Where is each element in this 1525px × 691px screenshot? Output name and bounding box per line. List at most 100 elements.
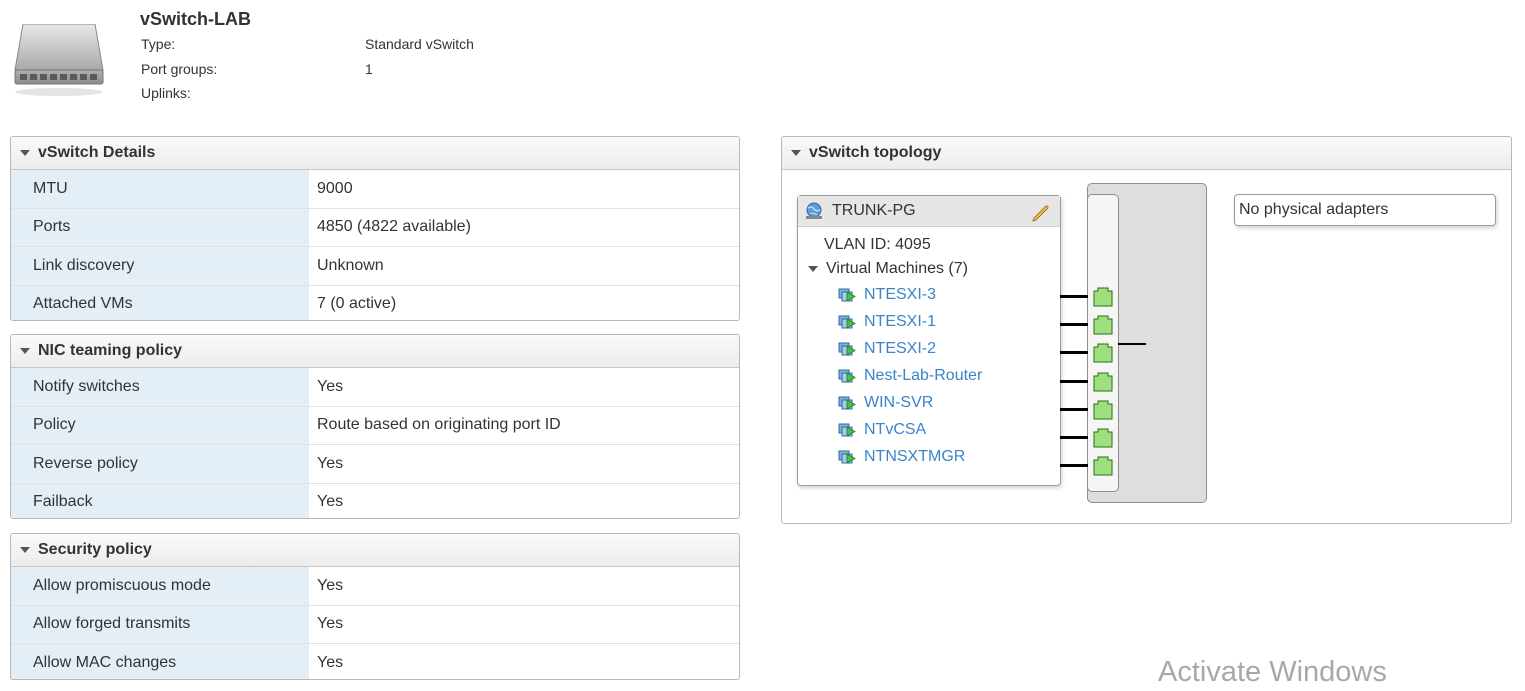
vm-link[interactable]: NTvCSA	[798, 416, 1060, 443]
vm-link[interactable]: NTNSXTMGR	[798, 443, 1060, 470]
expand-caret-icon[interactable]	[808, 266, 818, 272]
property-row: Allow forged transmits Yes	[11, 605, 739, 644]
property-key: Ports	[11, 208, 309, 246]
vswitch-topology-panel: vSwitch topology TRUNK-PG VLAN ID: 4095 …	[781, 136, 1512, 524]
vm-link[interactable]: Nest-Lab-Router	[798, 362, 1060, 389]
property-value: 9000	[317, 179, 353, 197]
port-group-header[interactable]: TRUNK-PG	[798, 196, 1060, 227]
vswitch-topology-header[interactable]: vSwitch topology	[782, 137, 1511, 170]
vm-icon	[838, 342, 856, 356]
page-title: vSwitch-LAB	[140, 9, 252, 29]
property-row: MTU 9000	[11, 170, 739, 209]
vm-link[interactable]: NTESXI-3	[798, 281, 1060, 308]
property-key: Allow MAC changes	[11, 644, 309, 679]
property-key: Attached VMs	[11, 285, 309, 320]
property-row: Attached VMs 7 (0 active)	[11, 285, 739, 320]
property-value: Unknown	[317, 256, 384, 274]
uplink-connector-line	[1118, 343, 1146, 345]
collapse-caret-icon[interactable]	[20, 150, 30, 156]
property-value: 7 (0 active)	[317, 295, 397, 313]
switch-port-icon	[1093, 343, 1113, 363]
port-connector-line	[1060, 323, 1088, 327]
vm-name[interactable]: NTESXI-3	[864, 286, 936, 304]
switch-port-icon	[1093, 428, 1113, 448]
property-value: Yes	[317, 615, 344, 633]
vm-list: NTESXI-3 NTESXI-1 NTESXI-2 Nest-Lab-Router W…	[798, 281, 1060, 470]
vm-icon	[838, 288, 856, 302]
activate-windows-watermark: Activate Windows	[1158, 656, 1387, 688]
vswitch-details-panel: vSwitch Details MTU 9000 Ports 4850 (4822 …	[10, 136, 740, 321]
property-key: Failback	[11, 483, 309, 518]
property-key: Policy	[11, 406, 309, 444]
port-connector-line	[1060, 379, 1088, 383]
switch-port-icon	[1093, 372, 1113, 392]
property-row: Ports 4850 (4822 available)	[11, 208, 739, 247]
property-row: Failback Yes	[11, 483, 739, 518]
security-policy-panel: Security policy Allow promiscuous mode Ye…	[10, 533, 740, 680]
switch-port-icon	[1093, 315, 1113, 335]
property-row: Allow promiscuous mode Yes	[11, 567, 739, 606]
property-value: Route based on originating port ID	[317, 416, 561, 434]
port-connector-line	[1060, 407, 1088, 411]
vm-icon	[838, 396, 856, 410]
port-connector-line	[1060, 436, 1088, 439]
type-value: Standard vSwitch	[365, 36, 474, 52]
property-value: Yes	[317, 454, 344, 472]
vm-link[interactable]: NTESXI-1	[798, 308, 1060, 335]
switch-port-icon	[1093, 400, 1113, 420]
port-groups-label: Port groups:	[141, 60, 218, 77]
panel-title: Security policy	[38, 541, 152, 558]
physical-adapters-box: No physical adapters	[1234, 194, 1496, 226]
collapse-caret-icon[interactable]	[791, 150, 801, 156]
nic-teaming-panel: NIC teaming policy Notify switches Yes Po…	[10, 334, 740, 519]
panel-title: vSwitch Details	[38, 144, 156, 161]
vm-icon	[838, 423, 856, 437]
port-group-name: TRUNK-PG	[832, 202, 916, 219]
vm-name[interactable]: NTESXI-2	[864, 340, 936, 358]
vm-link[interactable]: NTESXI-2	[798, 335, 1060, 362]
property-key: MTU	[11, 170, 309, 208]
port-connector-line	[1060, 351, 1088, 355]
property-row: Policy Route based on originating port ID	[11, 406, 739, 445]
panel-title: vSwitch topology	[809, 144, 942, 161]
vm-link[interactable]: WIN-SVR	[798, 389, 1060, 416]
vm-name[interactable]: NTESXI-1	[864, 313, 936, 331]
port-group-box: TRUNK-PG VLAN ID: 4095 Virtual Machines …	[797, 195, 1061, 486]
vm-icon	[838, 450, 856, 464]
property-value: Yes	[317, 653, 344, 671]
nic-teaming-header[interactable]: NIC teaming policy	[11, 335, 739, 368]
property-row: Reverse policy Yes	[11, 445, 739, 484]
switch-port-icon	[1093, 287, 1113, 307]
vm-icon	[838, 369, 856, 383]
vm-name[interactable]: NTvCSA	[864, 421, 926, 439]
uplinks-label: Uplinks:	[141, 85, 191, 101]
port-connector-line	[1060, 464, 1088, 468]
virtual-machines-toggle[interactable]: Virtual Machines (7)	[798, 257, 1060, 281]
port-group-globe-icon	[806, 202, 822, 219]
collapse-caret-icon[interactable]	[20, 547, 30, 553]
property-row: Allow MAC changes Yes	[11, 644, 739, 679]
property-row: Link discovery Unknown	[11, 247, 739, 286]
vswitch-details-header[interactable]: vSwitch Details	[11, 137, 739, 170]
collapse-caret-icon[interactable]	[20, 348, 30, 354]
type-label: Type:	[141, 36, 176, 52]
virtual-machines-label: Virtual Machines (7)	[826, 260, 968, 277]
property-key: Notify switches	[11, 368, 309, 406]
vm-name[interactable]: Nest-Lab-Router	[864, 367, 982, 385]
property-key: Allow promiscuous mode	[11, 567, 309, 605]
property-key: Reverse policy	[11, 445, 309, 483]
property-value: Yes	[317, 377, 344, 395]
property-key: Link discovery	[11, 247, 309, 285]
port-connector-line	[1060, 295, 1088, 298]
vm-name[interactable]: NTNSXTMGR	[864, 448, 965, 466]
property-value: Yes	[317, 576, 344, 594]
switch-port-icon	[1093, 456, 1113, 476]
security-policy-header[interactable]: Security policy	[11, 534, 739, 567]
property-value: 4850 (4822 available)	[317, 218, 471, 236]
property-value: Yes	[317, 493, 344, 511]
vm-name[interactable]: WIN-SVR	[864, 394, 933, 412]
no-adapters-text: No physical adapters	[1239, 201, 1389, 218]
panel-title: NIC teaming policy	[38, 342, 183, 359]
edit-pencil-icon[interactable]	[1030, 202, 1050, 222]
property-key: Allow forged transmits	[11, 605, 309, 643]
